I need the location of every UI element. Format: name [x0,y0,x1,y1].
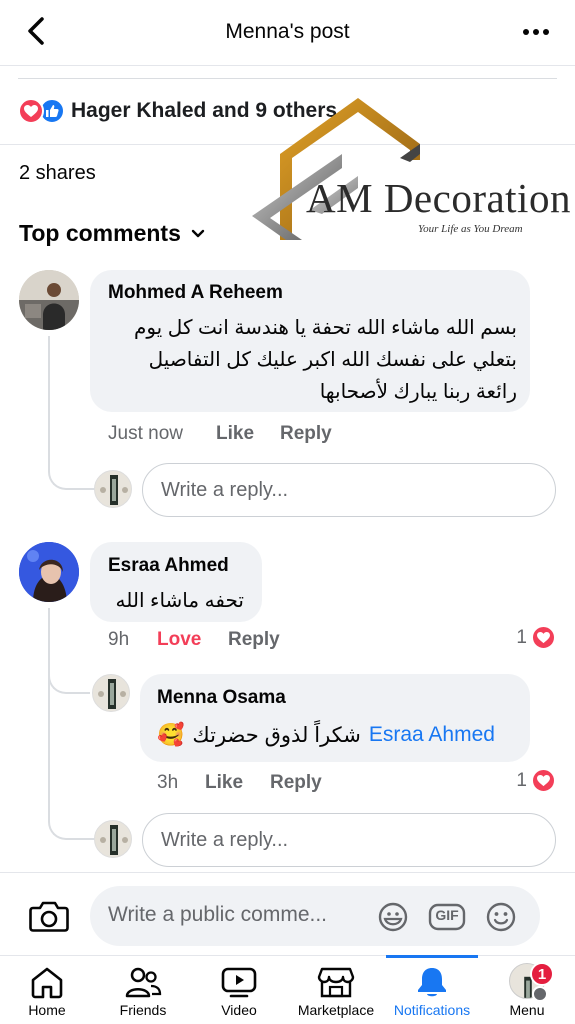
gif-button[interactable]: GIF [428,900,466,934]
comment-sort-label: Top comments [19,220,181,246]
comment-sort-dropdown[interactable]: Top comments [19,220,205,247]
more-dots-icon [523,29,529,35]
comment-composer[interactable]: Write a public comme... GIF [90,886,540,946]
reply-author[interactable]: Menna Osama [157,687,286,709]
comment-author[interactable]: Mohmed A Reheem [108,282,283,304]
like-button[interactable]: Like [205,772,243,794]
nav-label: Video [221,1002,257,1018]
bottom-navigation: Home Friends Video Marketplace Notificat… [0,955,575,1024]
divider [18,78,557,79]
composer-placeholder: Write a public comme... [108,903,328,926]
thread-connector [48,450,94,490]
thread-connector [48,800,94,840]
bell-icon [418,968,446,997]
nav-notifications[interactable]: Notifications [386,955,478,1024]
nav-menu[interactable]: Menu 1 [494,956,560,1024]
camera-icon [29,901,69,932]
video-icon [221,967,257,998]
avatar[interactable] [19,270,79,330]
reaction-count[interactable]: 1 [516,768,556,793]
thread-line [48,336,50,460]
nav-label: Friends [119,1002,167,1018]
reply-emoji: 🥰 [157,722,185,747]
reply-input[interactable]: Write a reply... [142,813,556,867]
page-title: Menna's post [225,20,350,43]
avatar[interactable] [19,542,79,602]
nav-home[interactable]: Home [14,956,80,1024]
nav-marketplace[interactable]: Marketplace [290,956,382,1024]
reply-button[interactable]: Reply [280,423,332,445]
thread-connector [48,660,90,694]
reply-input-placeholder: Write a reply... [161,829,289,851]
nav-label: Menu [509,1002,545,1018]
reply-text: 🥰 شكراً لذوق حضرتك Esraa Ahmed [157,722,495,748]
comment-text-line: بتعلي على نفسك الله اكبر عليك كل التفاصي… [148,349,517,371]
shares-count[interactable]: 2 shares [19,162,96,185]
love-reaction-icon [18,98,44,124]
more-options-button[interactable] [519,18,553,46]
camera-button[interactable] [28,895,70,937]
friends-icon [125,967,162,998]
reply-button[interactable]: Reply [228,629,280,651]
reaction-count-value: 1 [516,769,527,791]
divider [0,872,575,873]
reply-text-body: شكراً لذوق حضرتك [192,723,361,747]
avatar [94,820,132,858]
post-header: Menna's post [0,0,575,66]
reply-button[interactable]: Reply [270,772,322,794]
thread-line [48,608,50,808]
comment-text-line: رائعة ربنا يبارك لأصحابها [319,381,517,403]
comment-timestamp: Just now [108,423,183,444]
nav-friends[interactable]: Friends [110,956,176,1024]
reaction-count-value: 1 [516,626,527,648]
love-reaction-icon [531,768,556,793]
gif-label: GIF [435,907,459,923]
watermark-tagline: Your Life as You Dream [418,223,523,235]
notification-badge: 1 [530,962,554,986]
active-tab-indicator [386,955,478,958]
nav-label: Home [28,1002,66,1018]
emoji-icon [486,902,516,932]
love-button[interactable]: Love [157,629,201,651]
menu-hamburger-icon [532,986,548,1002]
comment-text-line: بسم الله ماشاء الله تحفة يا هندسة انت كل… [133,317,517,339]
nav-video[interactable]: Video [206,956,272,1024]
avatar-sticker-button[interactable] [376,900,410,934]
avatar[interactable] [92,674,130,712]
reaction-count[interactable]: 1 [516,625,556,650]
chevron-down-icon [191,229,205,238]
sticker-icon [378,902,408,932]
emoji-button[interactable] [484,900,518,934]
love-reaction-icon [531,625,556,650]
comment-author[interactable]: Esraa Ahmed [108,555,229,577]
avatar [94,470,132,508]
nav-label: Marketplace [297,1002,375,1018]
reply-timestamp: 3h [157,772,179,793]
nav-label: Notifications [393,1002,471,1018]
like-button[interactable]: Like [216,423,254,445]
reply-input[interactable]: Write a reply... [142,463,556,517]
marketplace-icon [317,967,355,998]
comment-text: تحفه ماشاء الله [115,590,245,612]
mention-link[interactable]: Esraa Ahmed [369,723,495,747]
watermark-title: AM Decoration [306,175,571,221]
comment-timestamp: 9h [108,629,130,650]
home-icon [31,967,63,999]
reply-input-placeholder: Write a reply... [161,479,289,501]
